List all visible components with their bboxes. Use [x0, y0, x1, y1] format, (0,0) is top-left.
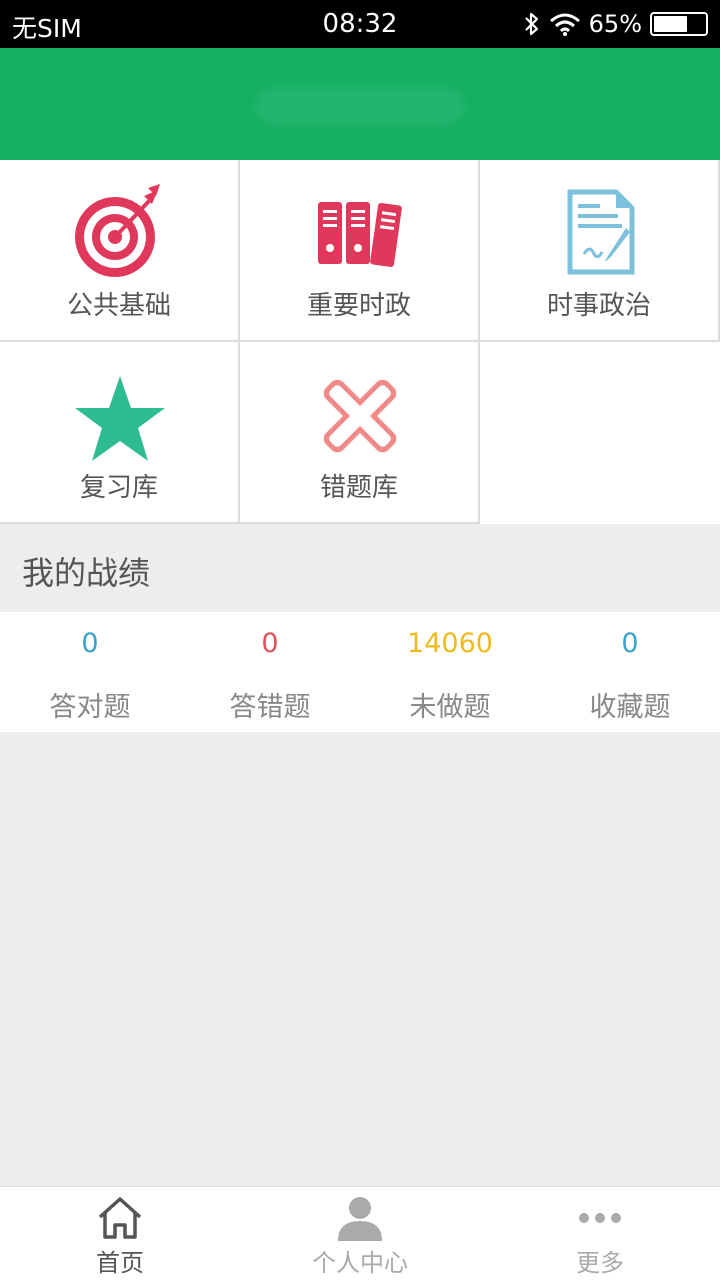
stat-label: 答错题	[229, 692, 311, 723]
menu-item-public-basics[interactable]: 公共基础	[0, 160, 240, 342]
bluetooth-icon	[524, 12, 538, 36]
wifi-icon	[549, 13, 580, 36]
target-icon	[75, 184, 160, 277]
menu-item-label: 错题库	[319, 473, 398, 503]
menu-item-label: 公共基础	[66, 291, 171, 321]
cross-icon	[323, 379, 397, 453]
star-icon	[75, 376, 165, 461]
stat-label: 未做题	[409, 692, 491, 723]
tab-more[interactable]: 更多	[480, 1187, 720, 1281]
tab-label: 首页	[96, 1249, 144, 1277]
home-icon	[98, 1197, 142, 1239]
stats-panel: 0 答对题 0 答错题 14060 未做题 0 收藏题	[0, 612, 720, 732]
stat-label: 收藏题	[589, 692, 671, 723]
tab-home[interactable]: 首页	[0, 1187, 240, 1281]
app-header	[0, 48, 720, 160]
more-icon	[579, 1213, 621, 1223]
binders-icon	[318, 202, 402, 267]
stat-value: 0	[261, 628, 279, 659]
stat-value: 0	[621, 628, 639, 659]
menu-item-label: 复习库	[79, 473, 158, 503]
menu-item-key-politics[interactable]: 重要时政	[240, 160, 480, 342]
bottom-tab-bar: 首页 个人中心 更多	[0, 1186, 720, 1281]
menu-item-label: 时事政治	[546, 291, 651, 321]
tab-label: 更多	[576, 1249, 624, 1277]
battery-percent: 65%	[588, 10, 642, 38]
tab-label: 个人中心	[312, 1249, 408, 1277]
stat-favorites[interactable]: 0 收藏题	[540, 612, 720, 732]
battery-icon	[650, 12, 708, 36]
menu-item-label: 重要时政	[306, 291, 411, 321]
status-bar: 无SIM 08:32 65%	[0, 0, 720, 48]
stat-value: 0	[81, 628, 99, 659]
menu-grid: 公共基础 重要时政 时事政治 复习库 错题库	[0, 160, 720, 524]
stat-correct[interactable]: 0 答对题	[0, 612, 180, 732]
stat-value: 14060	[407, 628, 493, 659]
menu-item-review-bank[interactable]: 复习库	[0, 342, 240, 524]
menu-item-wrong-answers[interactable]: 错题库	[240, 342, 480, 524]
battery-fill	[654, 16, 687, 32]
menu-empty-cell	[480, 342, 720, 524]
menu-item-current-affairs[interactable]: 时事政治	[480, 160, 720, 342]
tab-personal-center[interactable]: 个人中心	[240, 1187, 480, 1281]
section-title: 我的战绩	[22, 554, 151, 592]
person-icon	[338, 1197, 382, 1241]
stat-label: 答对题	[49, 692, 131, 723]
document-icon	[567, 189, 635, 275]
header-title-placeholder	[255, 88, 465, 124]
stat-undone[interactable]: 14060 未做题	[360, 612, 540, 732]
stat-wrong[interactable]: 0 答错题	[180, 612, 360, 732]
status-right: 65%	[523, 8, 708, 40]
